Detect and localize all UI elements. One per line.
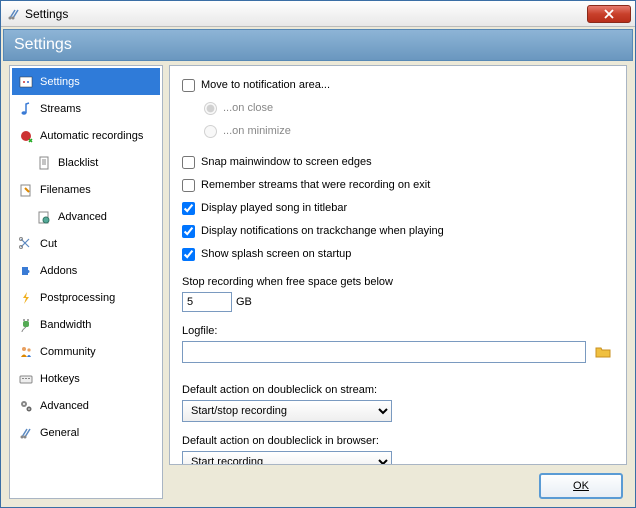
freespace-label: Stop recording when free space gets belo… [182, 276, 614, 288]
move-tray-close-label: ...on close [223, 102, 273, 114]
plug-icon [18, 317, 34, 333]
sidebar: Settings Streams Automatic recordings Bl… [9, 65, 163, 499]
sidebar-item-label: Settings [40, 76, 80, 88]
move-tray-min-row: ...on minimize [182, 122, 614, 140]
sidebar-item-label: Bandwidth [40, 319, 91, 331]
sidebar-item-advanced[interactable]: Advanced [12, 392, 160, 419]
settings-panel: Move to notification area... ...on close… [169, 65, 627, 465]
sidebar-item-settings[interactable]: Settings [12, 68, 160, 95]
display-notif-checkbox[interactable] [182, 225, 195, 238]
banner: Settings [3, 29, 633, 61]
content: Settings Streams Automatic recordings Bl… [1, 65, 635, 507]
ok-button[interactable]: OK [539, 473, 623, 499]
display-song-checkbox[interactable] [182, 202, 195, 215]
snap-checkbox[interactable] [182, 156, 195, 169]
sidebar-item-label: Postprocessing [40, 292, 115, 304]
dbl-browser-select[interactable]: Start recording [182, 451, 392, 465]
splash-checkbox[interactable] [182, 248, 195, 261]
sidebar-item-filenames[interactable]: Filenames [12, 176, 160, 203]
sidebar-item-label: Automatic recordings [40, 130, 143, 142]
sidebar-item-label: General [40, 427, 79, 439]
puzzle-icon [18, 263, 34, 279]
app-icon [7, 7, 21, 21]
sidebar-item-label: Addons [40, 265, 77, 277]
sidebar-item-label: Blacklist [58, 157, 98, 169]
close-button[interactable] [587, 5, 631, 23]
browse-button[interactable] [592, 341, 614, 363]
dbl-stream-select[interactable]: Start/stop recording [182, 400, 392, 422]
freespace-unit: GB [236, 296, 252, 308]
sidebar-item-blacklist[interactable]: Blacklist [12, 149, 160, 176]
snap-row: Snap mainwindow to screen edges [182, 153, 614, 171]
logfile-input[interactable] [182, 341, 586, 363]
sidebar-item-label: Cut [40, 238, 57, 250]
settings-window: Settings Settings Settings Streams Autom… [0, 0, 636, 508]
gears-icon [18, 398, 34, 414]
splash-label: Show splash screen on startup [201, 248, 351, 260]
logfile-row [182, 341, 614, 363]
people-icon [18, 344, 34, 360]
sidebar-item-advanced-sub[interactable]: Advanced [12, 203, 160, 230]
sidebar-item-community[interactable]: Community [12, 338, 160, 365]
freespace-input[interactable] [182, 292, 232, 312]
titlebar: Settings [1, 1, 635, 27]
sidebar-item-label: Advanced [58, 211, 107, 223]
banner-title: Settings [14, 36, 72, 54]
move-tray-checkbox[interactable] [182, 79, 195, 92]
record-icon [18, 128, 34, 144]
freespace-row: GB [182, 292, 614, 312]
display-notif-label: Display notifications on trackchange whe… [201, 225, 444, 237]
sidebar-item-postprocessing[interactable]: Postprocessing [12, 284, 160, 311]
settings-icon [18, 74, 34, 90]
document-icon [36, 155, 52, 171]
move-tray-label: Move to notification area... [201, 79, 330, 91]
move-tray-min-radio[interactable] [204, 125, 217, 138]
splash-row: Show splash screen on startup [182, 245, 614, 263]
remember-row: Remember streams that were recording on … [182, 176, 614, 194]
sidebar-item-label: Streams [40, 103, 81, 115]
dbl-browser-row: Start recording [182, 451, 614, 465]
sidebar-item-streams[interactable]: Streams [12, 95, 160, 122]
sidebar-item-label: Filenames [40, 184, 91, 196]
display-song-row: Display played song in titlebar [182, 199, 614, 217]
file-gear-icon [36, 209, 52, 225]
move-tray-min-label: ...on minimize [223, 125, 291, 137]
remember-label: Remember streams that were recording on … [201, 179, 430, 191]
window-title: Settings [25, 7, 587, 21]
sidebar-item-general[interactable]: General [12, 419, 160, 446]
sidebar-item-label: Community [40, 346, 96, 358]
sidebar-item-hotkeys[interactable]: Hotkeys [12, 365, 160, 392]
sidebar-item-bandwidth[interactable]: Bandwidth [12, 311, 160, 338]
sidebar-item-cut[interactable]: Cut [12, 230, 160, 257]
dbl-browser-label: Default action on doubleclick in browser… [182, 435, 614, 447]
sidebar-item-label: Advanced [40, 400, 89, 412]
logfile-label: Logfile: [182, 325, 614, 337]
move-tray-row: Move to notification area... [182, 76, 614, 94]
scissors-icon [18, 236, 34, 252]
sidebar-item-label: Hotkeys [40, 373, 80, 385]
sidebar-item-addons[interactable]: Addons [12, 257, 160, 284]
main-area: Move to notification area... ...on close… [169, 65, 627, 499]
snap-label: Snap mainwindow to screen edges [201, 156, 372, 168]
tools-icon [18, 425, 34, 441]
move-tray-close-row: ...on close [182, 99, 614, 117]
display-notif-row: Display notifications on trackchange whe… [182, 222, 614, 240]
lightning-icon [18, 290, 34, 306]
display-song-label: Display played song in titlebar [201, 202, 347, 214]
folder-icon [595, 345, 611, 359]
sidebar-item-automatic[interactable]: Automatic recordings [12, 122, 160, 149]
move-tray-close-radio[interactable] [204, 102, 217, 115]
dbl-stream-row: Start/stop recording [182, 400, 614, 422]
remember-checkbox[interactable] [182, 179, 195, 192]
note-icon [18, 101, 34, 117]
footer: OK [169, 465, 627, 499]
file-icon [18, 182, 34, 198]
keyboard-icon [18, 371, 34, 387]
dbl-stream-label: Default action on doubleclick on stream: [182, 384, 614, 396]
